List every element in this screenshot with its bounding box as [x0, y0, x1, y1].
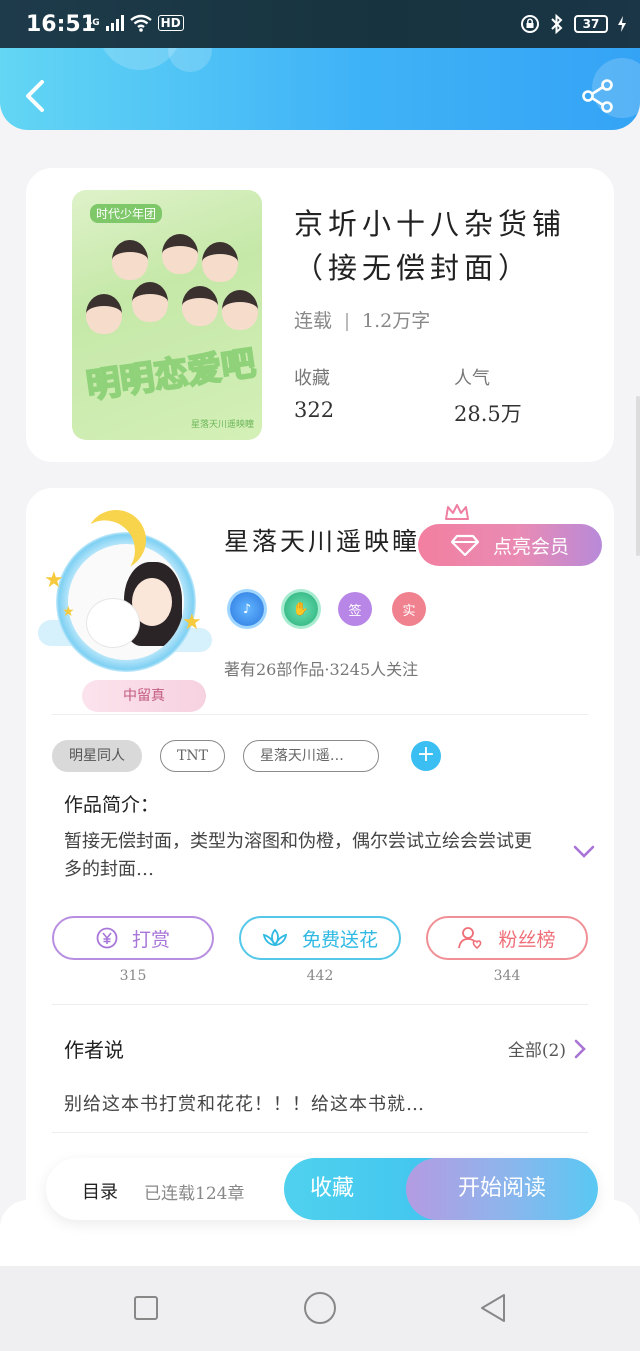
author-name[interactable]: 星落天川遥映瞳: [224, 522, 420, 558]
star-decor-icon: ★: [44, 568, 64, 593]
fan-count: 344: [493, 968, 521, 984]
charging-icon: [618, 16, 626, 32]
meta-divider: [346, 313, 349, 331]
signal-icon: [105, 15, 124, 31]
toc-button[interactable]: 目录: [82, 1178, 118, 1204]
cover-title-art: 明明恋爱吧: [83, 342, 259, 407]
chevron-right-icon: [574, 1039, 586, 1058]
author-says-text[interactable]: 别给这本书打赏和花花！！！给这本书就…: [64, 1090, 425, 1116]
cover-author: 星落天川遥映瞳: [190, 420, 254, 430]
system-nav-bar: [0, 1266, 640, 1351]
status-bar: 16:51 4G HD 37: [0, 0, 640, 48]
start-reading-button[interactable]: 开始阅读: [406, 1158, 598, 1220]
intro-title: 作品简介：: [64, 794, 160, 816]
avatar-name-badge: 中留真: [82, 680, 206, 712]
author-says-title: 作者说: [64, 1038, 124, 1062]
edge-handle[interactable]: [636, 396, 640, 556]
flower-count: 442: [306, 968, 334, 984]
crown-icon: [445, 504, 469, 520]
tag-item[interactable]: TNT: [160, 740, 225, 772]
share-button[interactable]: [580, 78, 616, 114]
popularity-value: 28.5万: [454, 402, 522, 426]
send-flower-button[interactable]: 免费送花: [239, 916, 401, 960]
handshake-icon[interactable]: ✋: [284, 592, 318, 626]
signed-badge[interactable]: 签: [338, 592, 372, 626]
author-says-all-link[interactable]: 全部(2): [508, 1036, 586, 1061]
reward-button[interactable]: 打赏: [52, 916, 214, 960]
book-word-count: 1.2万字: [362, 310, 431, 332]
battery-icon: 37: [574, 15, 608, 33]
book-cover[interactable]: 时代少年团 明明恋爱吧 星落天川遥映瞳: [72, 190, 262, 440]
favorites-label: 收藏: [294, 368, 330, 389]
tag-list: 明星同人 TNT 星落天川遥… +: [52, 740, 441, 772]
add-tag-button[interactable]: +: [410, 741, 441, 771]
book-title-line: （接无偿封面）: [294, 251, 533, 285]
divider: [52, 1004, 588, 1005]
back-button[interactable]: [18, 74, 54, 118]
popularity-label: 人气: [454, 368, 490, 389]
book-meta: 连载 1.2万字: [294, 306, 430, 333]
book-title: 京圻小十八杂货铺 （接无偿封面）: [294, 202, 594, 290]
bottom-action-bar: 目录 已连载124章 收藏 开始阅读: [46, 1158, 598, 1220]
recent-apps-button[interactable]: [134, 1296, 158, 1320]
author-avatar[interactable]: ★ ★ ★ 中留真: [32, 500, 212, 712]
reward-label: 打赏: [131, 928, 170, 951]
divider: [52, 714, 588, 715]
favorites-value: 322: [294, 398, 335, 422]
home-button[interactable]: [304, 1292, 336, 1324]
tag-item[interactable]: 明星同人: [52, 740, 142, 772]
lotus-flower-icon: [262, 928, 288, 947]
wifi-icon: [129, 14, 152, 32]
author-medals: ♪ ✋ 签 实: [230, 592, 426, 626]
author-says-all-label: 全部(2): [507, 1041, 566, 1061]
tag-item[interactable]: 星落天川遥…: [242, 740, 379, 772]
vip-label: 点亮会员: [492, 535, 569, 558]
book-status: 连载: [294, 310, 333, 332]
yen-coin-icon: [96, 927, 118, 949]
send-flower-label: 免费送花: [301, 928, 378, 951]
star-decor-icon: ★: [62, 604, 75, 620]
system-back-button[interactable]: [478, 1292, 508, 1324]
hd-indicator: HD: [157, 15, 184, 31]
fan-ranking-button[interactable]: 粉丝榜: [426, 916, 588, 960]
bluetooth-icon: [551, 14, 563, 34]
author-works-info: 著有26部作品·3245人关注: [224, 660, 419, 679]
vip-button[interactable]: 点亮会员: [418, 524, 602, 566]
network-type: 4G: [86, 17, 100, 28]
cover-top-label: 时代少年团: [90, 204, 163, 223]
book-title-line: 京圻小十八杂货铺: [294, 207, 567, 241]
status-right-icons: 37: [520, 14, 626, 34]
intro-text: 暂接无偿封面，类型为溶图和伪橙，偶尔尝试立绘会尝试更多的封面…: [64, 831, 532, 880]
chevron-down-icon[interactable]: [572, 844, 596, 860]
verified-badge[interactable]: 实: [392, 592, 426, 626]
diamond-icon: [450, 534, 479, 556]
reward-count: 315: [119, 968, 147, 984]
author-card: ★ ★ ★ 中留真 星落天川遥映瞳 点亮会员 ♪ ✋ 签 实 著有26部作品·3…: [26, 488, 614, 1228]
star-decor-icon: ★: [182, 610, 202, 635]
music-note-icon[interactable]: ♪: [230, 592, 264, 626]
chapter-count[interactable]: 已连载124章: [144, 1179, 244, 1204]
lock-rotation-icon: [521, 15, 539, 33]
fan-ranking-label: 粉丝榜: [498, 928, 556, 951]
header: 16:51 4G HD 37: [0, 0, 640, 130]
book-info-card: 时代少年团 明明恋爱吧 星落天川遥映瞳 京圻小十八杂货铺 （接无偿封面） 连载 1…: [26, 168, 614, 462]
status-network-icons: 4G HD: [86, 14, 184, 32]
divider: [52, 1132, 588, 1133]
fan-user-icon: [458, 927, 482, 950]
